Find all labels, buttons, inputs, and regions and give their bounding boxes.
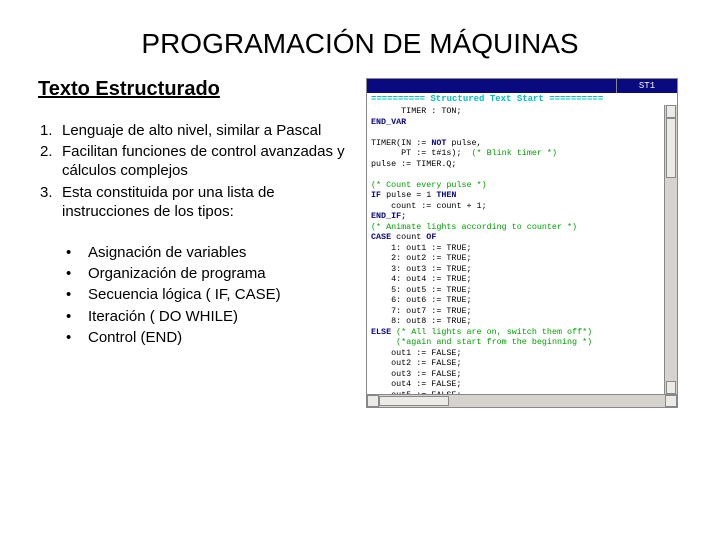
editor-body: TIMER : TON; END_VAR TIMER(IN := NOT pul… xyxy=(367,105,677,394)
list-text: Lenguaje de alto nivel, similar a Pascal xyxy=(62,121,321,140)
editor-titlebar-left xyxy=(367,79,617,93)
list-item: 3.Esta constituida por una lista de inst… xyxy=(40,183,358,221)
left-column: Texto Estructurado 1.Lenguaje de alto ni… xyxy=(38,78,358,408)
list-item: •Asignación de variables xyxy=(66,243,358,262)
bullet-icon: • xyxy=(66,264,88,283)
vertical-scrollbar[interactable] xyxy=(664,105,677,394)
list-item: •Control (END) xyxy=(66,328,358,347)
bullet-icon: • xyxy=(66,307,88,326)
list-item: 2.Facilitan funciones de control avanzad… xyxy=(40,142,358,180)
list-text: Facilitan funciones de control avanzadas… xyxy=(62,142,358,180)
code-area: TIMER : TON; END_VAR TIMER(IN := NOT pul… xyxy=(367,105,664,394)
list-text: Control (END) xyxy=(88,328,182,347)
editor-titlebar: ST1 xyxy=(367,79,677,93)
list-text: Esta constituida por una lista de instru… xyxy=(62,183,358,221)
list-text: Organización de programa xyxy=(88,264,266,283)
list-text: Iteración ( DO WHILE) xyxy=(88,307,238,326)
scrollbar-thumb[interactable] xyxy=(666,118,676,178)
list-item: •Secuencia lógica ( IF, CASE) xyxy=(66,285,358,304)
list-text: Secuencia lógica ( IF, CASE) xyxy=(88,285,281,304)
list-number: 3. xyxy=(40,183,62,221)
bullet-icon: • xyxy=(66,243,88,262)
bullet-icon: • xyxy=(66,285,88,304)
scrollbar-track[interactable] xyxy=(379,395,665,407)
editor-header-rule: ========== Structured Text Start =======… xyxy=(367,93,677,105)
content-row: Texto Estructurado 1.Lenguaje de alto ni… xyxy=(0,78,720,408)
page-title: PROGRAMACIÓN DE MÁQUINAS xyxy=(0,0,720,78)
subtitle: Texto Estructurado xyxy=(38,78,358,101)
scrollbar-thumb[interactable] xyxy=(379,396,449,406)
list-text: Asignación de variables xyxy=(88,243,246,262)
bullet-list: •Asignación de variables •Organización d… xyxy=(38,243,358,347)
list-item: 1.Lenguaje de alto nivel, similar a Pasc… xyxy=(40,121,358,140)
horizontal-scrollbar[interactable] xyxy=(367,394,677,407)
list-item: •Iteración ( DO WHILE) xyxy=(66,307,358,326)
code-editor: ST1 ========== Structured Text Start ===… xyxy=(366,78,678,408)
scrollbar-button-left[interactable] xyxy=(367,395,379,407)
bullet-icon: • xyxy=(66,328,88,347)
list-number: 1. xyxy=(40,121,62,140)
right-column: ST1 ========== Structured Text Start ===… xyxy=(366,78,682,408)
scrollbar-button-right[interactable] xyxy=(665,395,677,407)
editor-tab-label: ST1 xyxy=(617,79,677,93)
list-item: •Organización de programa xyxy=(66,264,358,283)
numbered-list: 1.Lenguaje de alto nivel, similar a Pasc… xyxy=(38,121,358,221)
list-number: 2. xyxy=(40,142,62,180)
